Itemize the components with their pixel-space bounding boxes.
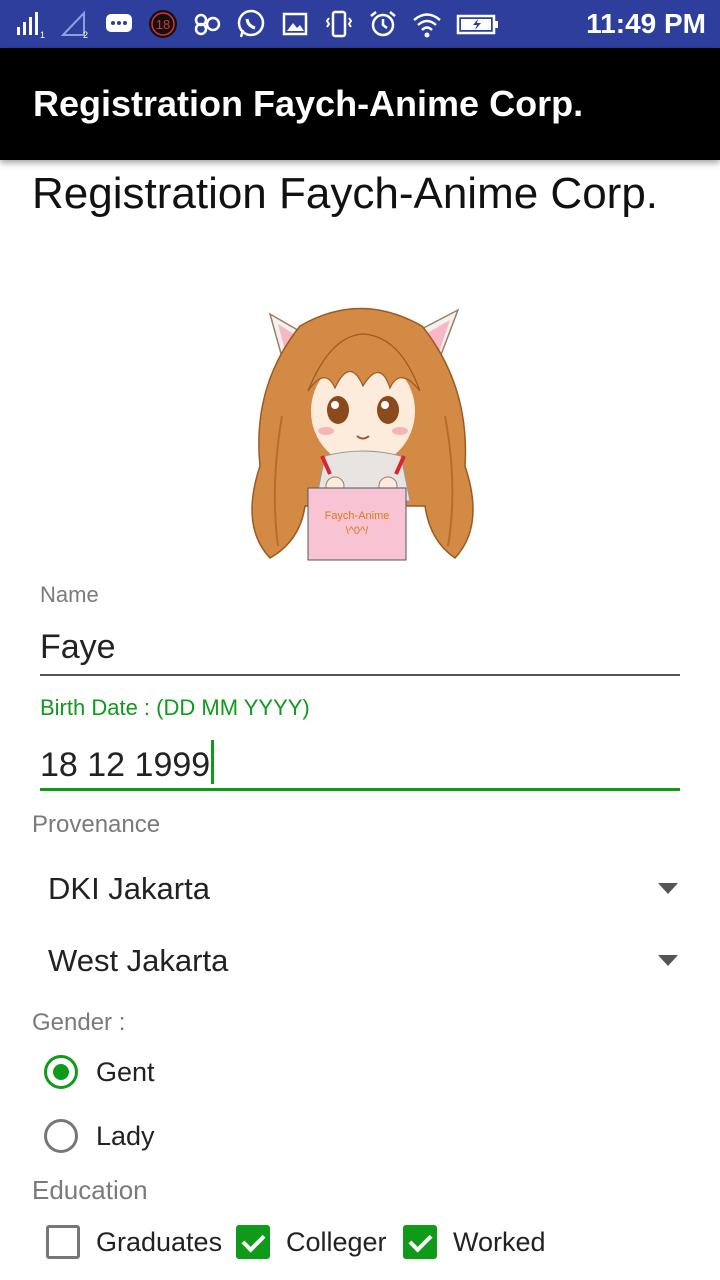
sign-text-line2: \^0^/ [346,525,369,537]
province-value: DKI Jakarta [48,871,210,906]
checkbox-worked[interactable]: Worked [403,1222,546,1262]
radio-button-checked[interactable] [44,1055,78,1089]
birth-date-underline [40,788,680,791]
vibrate-icon [325,10,353,38]
checkbox-colleger[interactable]: Colleger [236,1222,387,1262]
status-time: 11:49 PM [586,8,706,39]
signal-icon: 1 [17,12,45,39]
city-spinner[interactable]: West Jakarta [48,931,680,991]
gender-label: Gender : [32,1009,126,1036]
birth-date-label: Birth Date : (DD MM YYYY) [40,695,310,720]
checkbox-graduates-label: Graduates [96,1226,223,1257]
checkbox-worked-label: Worked [453,1226,546,1257]
app-bar-title: Registration Faych-Anime Corp. [33,83,584,124]
battery-charging-icon [456,14,498,35]
name-underline [40,674,680,676]
alarm-icon [370,11,396,37]
checkbox-colleger-label: Colleger [286,1226,387,1257]
signal-2-icon: 2 [60,10,88,39]
checkbox-checked[interactable] [236,1225,270,1259]
wifi-icon [413,13,441,38]
checkbox-graduates[interactable]: Graduates [46,1222,222,1262]
status-icons: 1 2 18 [16,0,500,48]
radio-gent-label: Gent [96,1056,155,1087]
sim2-label: 2 [83,30,88,39]
badge-icon: 18 [149,10,177,38]
checkbox-unchecked[interactable] [46,1225,80,1259]
education-label: Education [32,1175,148,1205]
mascot-image: Faych-Anime \^0^/ [251,307,474,561]
text-cursor [211,740,215,784]
page-title: Registration Faych-Anime Corp. [32,169,659,218]
radio-button[interactable] [44,1119,78,1153]
status-bar: 1 2 18 11:49 PM [0,0,720,48]
whatsapp-icon [237,9,265,38]
provenance-label: Provenance [32,811,161,838]
sim1-label: 1 [40,30,45,39]
badge-count: 18 [156,17,170,32]
infinity-icon [194,13,221,36]
checkbox-checked[interactable] [403,1225,437,1259]
birth-date-value: 18 12 1999 [40,746,211,784]
name-input[interactable]: Faye [40,628,680,672]
radio-gent[interactable]: Gent [44,1051,155,1093]
dropdown-arrow-icon [658,883,678,894]
radio-lady[interactable]: Lady [44,1115,155,1157]
birth-date-input[interactable]: 18 12 1999 [40,740,680,786]
radio-lady-label: Lady [96,1120,155,1151]
sign-text-line1: Faych-Anime [325,510,390,522]
province-spinner[interactable]: DKI Jakarta [48,859,680,919]
image-icon [282,12,308,36]
name-label: Name [40,582,99,607]
app-bar: Registration Faych-Anime Corp. [0,48,720,160]
city-value: West Jakarta [48,943,229,978]
chat-icon [106,14,132,32]
dropdown-arrow-icon [658,955,678,966]
